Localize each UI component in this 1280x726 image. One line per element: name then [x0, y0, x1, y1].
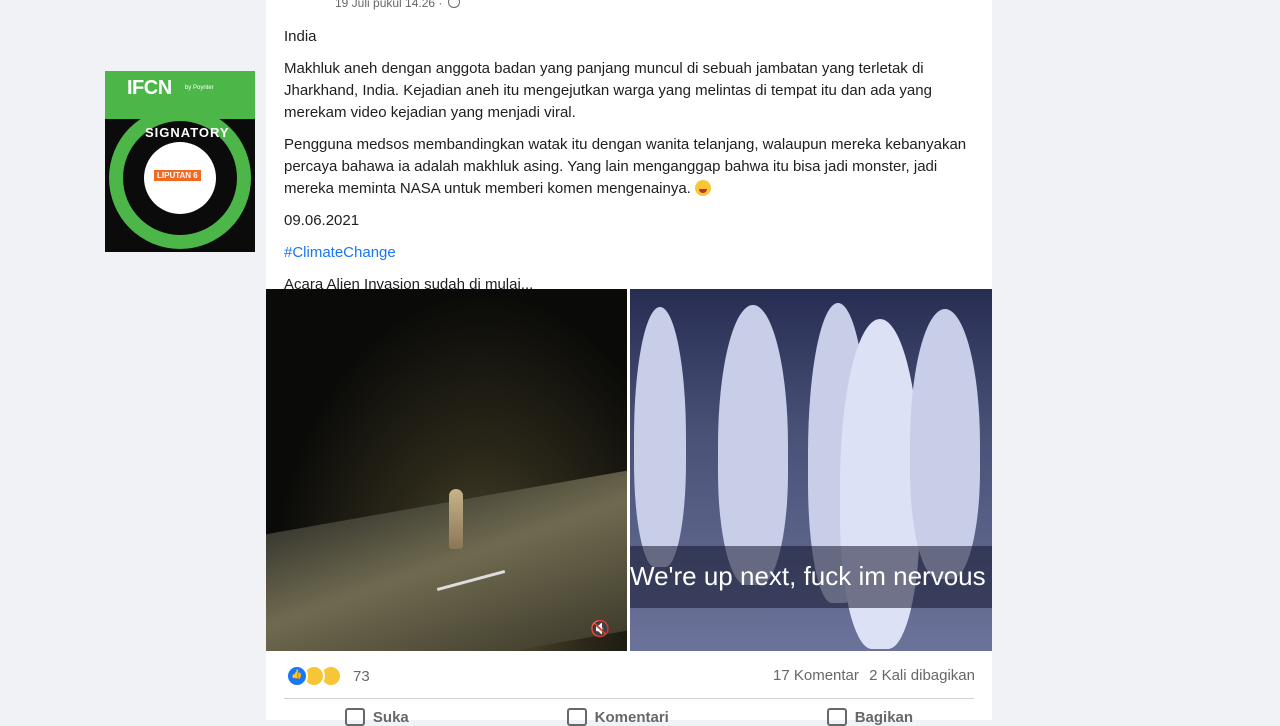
laughing-emoji-icon — [695, 180, 712, 196]
share-label: Bagikan — [854, 708, 914, 726]
post-paragraph-2-text: Pengguna medsos membandingkan watak itu … — [284, 136, 967, 197]
comment-label: Komentari — [594, 708, 669, 726]
signatory-text: SIGNATORY — [145, 125, 230, 140]
reactions-summary[interactable]: 73 — [286, 665, 370, 687]
like-button[interactable]: Suka — [344, 708, 409, 726]
road-image-area — [266, 463, 627, 651]
comment-icon — [566, 708, 587, 726]
post-text: India Makhluk aneh dengan anggota badan … — [284, 26, 984, 306]
reaction-count[interactable]: 73 — [353, 668, 370, 685]
post-stats: 17 Komentar 2 Kali dibagikan — [767, 667, 975, 684]
hashtag-link[interactable]: #ClimateChange — [284, 242, 984, 264]
post-paragraph-2: Pengguna medsos membandingkan watak itu … — [284, 134, 984, 200]
divider — [284, 698, 974, 699]
shares-count[interactable]: 2 Kali dibagikan — [869, 667, 975, 684]
facebook-post: 19 Juli pukul 14.26 · India Makhluk aneh… — [266, 0, 992, 726]
share-icon — [826, 708, 847, 726]
ifcn-logo-text: IFCN — [127, 77, 172, 99]
like-reaction-icon — [286, 665, 308, 687]
like-label: Suka — [372, 708, 409, 726]
post-paragraph-1: Makhluk aneh dengan anggota badan yang p… — [284, 60, 932, 121]
badge-center: LIPUTAN 6 — [144, 142, 216, 214]
comment-button[interactable]: Komentari — [566, 708, 669, 726]
creature-figure — [449, 489, 463, 549]
badge-ring-inner: SIGNATORY LIPUTAN 6 — [123, 121, 237, 235]
post-location: India — [284, 28, 317, 45]
ifcn-signatory-badge: IFCN by Poynter SIGNATORY LIPUTAN 6 — [105, 71, 255, 252]
alien-figure — [718, 305, 788, 585]
globe-icon — [447, 0, 460, 8]
alien-meme-image[interactable]: We're up next, fuck im nervous — [630, 289, 992, 651]
post-timestamp[interactable]: 19 Juli pukul 14.26 · — [335, 0, 442, 10]
alien-figure — [634, 307, 686, 567]
post-meta: 19 Juli pukul 14.26 · — [335, 0, 460, 10]
liputan6-logo: LIPUTAN 6 — [154, 170, 201, 181]
thumbs-up-icon — [344, 708, 365, 726]
post-date: 09.06.2021 — [284, 212, 360, 229]
video-thumbnail[interactable]: 🔇 — [266, 289, 627, 651]
alien-figure — [910, 309, 980, 579]
mute-icon[interactable]: 🔇 — [590, 619, 610, 639]
share-button[interactable]: Bagikan — [826, 708, 914, 726]
meme-caption: We're up next, fuck im nervous — [630, 561, 986, 591]
comments-count[interactable]: 17 Komentar — [773, 667, 859, 684]
poynter-text: by Poynter — [185, 85, 214, 91]
action-bar: Suka Komentari Bagikan — [266, 708, 992, 726]
badge-ring: SIGNATORY LIPUTAN 6 — [109, 107, 251, 249]
